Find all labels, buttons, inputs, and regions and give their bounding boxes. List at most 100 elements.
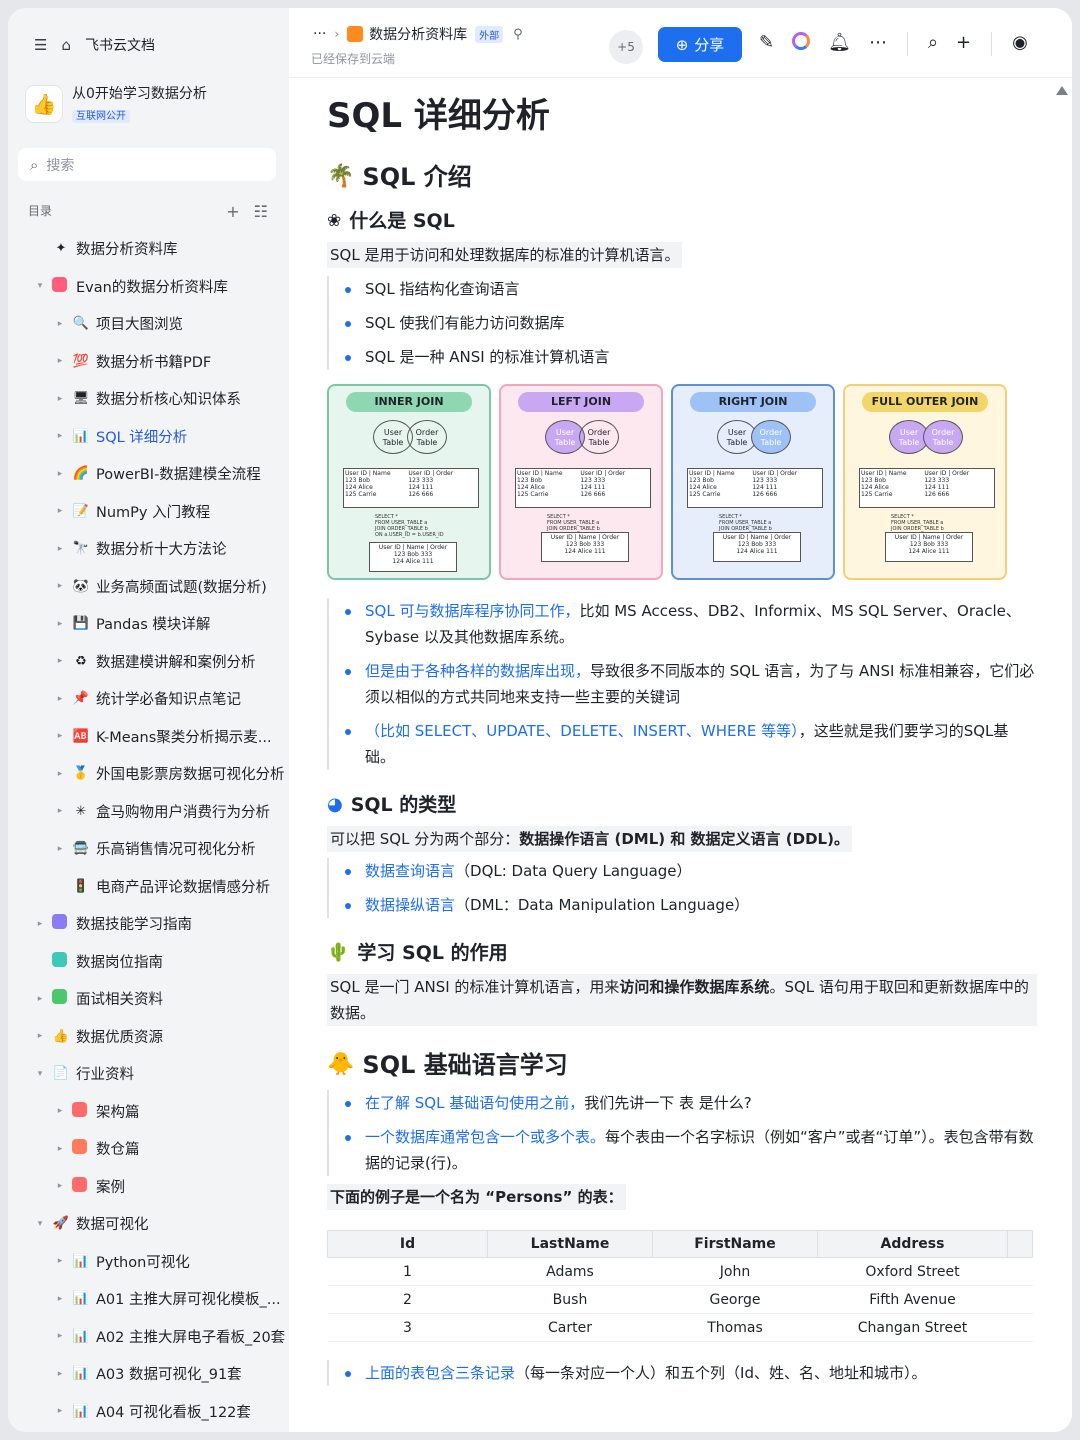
item-icon: 🆎 bbox=[72, 728, 90, 744]
sidebar-item[interactable]: ▸ 面试相关资料 bbox=[8, 980, 289, 1018]
chevron-down-icon[interactable]: ▾ bbox=[34, 281, 46, 291]
sidebar-item-label: 电商产品评论数据情感分析 bbox=[96, 879, 270, 896]
user-avatar[interactable]: ◉ bbox=[1012, 32, 1028, 56]
sidebar-item[interactable]: ▸ 💯 数据分析书籍PDF bbox=[8, 343, 289, 381]
chevron-down-icon[interactable]: ▾ bbox=[34, 1069, 46, 1079]
sidebar-item-label: 数据分析十大方法论 bbox=[96, 542, 227, 559]
chevron-right-icon[interactable]: ▸ bbox=[54, 1256, 66, 1266]
sidebar-item[interactable]: ▸ 📌 统计学必备知识点笔记 bbox=[8, 680, 289, 718]
chevron-right-icon[interactable]: ▸ bbox=[54, 581, 66, 591]
sidebar-item[interactable]: ▸ 架构篇 bbox=[8, 1093, 289, 1131]
sidebar-item[interactable]: ▸ ♻ 数据建模讲解和案例分析 bbox=[8, 643, 289, 681]
sidebar-item[interactable]: ✦ 数据分析资料库 bbox=[8, 230, 289, 268]
chevron-right-icon[interactable]: ▸ bbox=[54, 1181, 66, 1191]
sidebar-item[interactable]: ▸ 📊 A03 数据可视化_91套 bbox=[8, 1355, 289, 1393]
item-icon: 📝 bbox=[72, 503, 90, 519]
chevron-right-icon[interactable]: ▸ bbox=[54, 394, 66, 404]
add-icon[interactable]: + bbox=[226, 202, 239, 221]
chevron-right-icon[interactable]: ▸ bbox=[54, 506, 66, 516]
sidebar-item[interactable]: ▾ 🚀 数据可视化 bbox=[8, 1205, 289, 1243]
sidebar-item[interactable]: ▸ 🖥 数据分析核心知识体系 bbox=[8, 380, 289, 418]
sidebar-item[interactable]: ▸ 案例 bbox=[8, 1168, 289, 1206]
sidebar-item[interactable]: ▸ 🆎 K-Means聚类分析揭示麦... bbox=[8, 718, 289, 756]
subheading-what-is-sql: ❀ 什么是 SQL bbox=[327, 206, 1037, 236]
item-icon bbox=[52, 914, 70, 933]
chevron-right-icon[interactable]: ▸ bbox=[54, 1106, 66, 1116]
sidebar-item[interactable]: ▸ 🔭 数据分析十大方法论 bbox=[8, 530, 289, 568]
chevron-right-icon[interactable]: ▸ bbox=[54, 319, 66, 329]
notification-bell-icon[interactable]: 🔔︎ bbox=[828, 32, 851, 56]
chevron-right-icon[interactable]: ▸ bbox=[54, 1144, 66, 1154]
sidebar-item[interactable]: ▸ 🐼 业务高频面试题(数据分析) bbox=[8, 568, 289, 606]
sidebar-item[interactable]: ▸ 🥇 外国电影票房数据可视化分析 bbox=[8, 755, 289, 793]
chevron-right-icon[interactable]: ▸ bbox=[54, 1331, 66, 1341]
sidebar-item[interactable]: ▾ Evan的数据分析资料库 bbox=[8, 268, 289, 306]
list-item: （比如 SELECT、UPDATE、DELETE、INSERT、WHERE 等等… bbox=[345, 718, 1037, 770]
venn-diagram: User Table Order Table bbox=[851, 418, 999, 462]
chevron-down-icon[interactable]: ▾ bbox=[34, 1219, 46, 1229]
search-input[interactable]: ⌕ 搜索 bbox=[18, 148, 276, 181]
chevron-right-icon[interactable]: ▸ bbox=[54, 656, 66, 666]
sql-joins-image[interactable]: INNER JOIN User Table Order Table User ID | N… bbox=[327, 384, 1037, 580]
item-icon: 📊 bbox=[72, 1291, 90, 1307]
sidebar-item[interactable]: ▸ 👍 数据优质资源 bbox=[8, 1018, 289, 1056]
sidebar-item[interactable]: ▸ 📊 Python可视化 bbox=[8, 1243, 289, 1281]
home-icon[interactable]: ⌂ bbox=[61, 36, 71, 54]
item-icon: 🚦 bbox=[72, 878, 90, 894]
sidebar-item[interactable]: ▸ 🚍 乐高销售情况可视化分析 bbox=[8, 830, 289, 868]
sidebar-item[interactable]: ▸ 📊 SQL 详细分析 bbox=[8, 418, 289, 456]
item-icon: 🖥 bbox=[72, 391, 90, 407]
chevron-right-icon[interactable]: ▸ bbox=[54, 806, 66, 816]
table-cell: Changan Street bbox=[817, 1313, 1008, 1342]
chevron-right-icon[interactable]: ▸ bbox=[34, 919, 46, 929]
pin-icon[interactable]: ⚲ bbox=[513, 27, 523, 42]
item-icon: 📌 bbox=[72, 691, 90, 707]
list-options-icon[interactable]: ☷ bbox=[254, 202, 268, 221]
sidebar-item-label: NumPy 入门教程 bbox=[96, 504, 211, 521]
sidebar-item[interactable]: ▸ 数据技能学习指南 bbox=[8, 905, 289, 943]
collapse-sidebar-icon[interactable]: ☰ bbox=[34, 36, 47, 54]
search-doc-icon[interactable]: ⌕ bbox=[928, 32, 938, 56]
home-label[interactable]: 飞书云文档 bbox=[85, 35, 155, 55]
chevron-right-icon[interactable]: ▸ bbox=[34, 994, 46, 1004]
sidebar-item[interactable]: ▾ 📄 行业资料 bbox=[8, 1055, 289, 1093]
sidebar-item[interactable]: ▸ 💾 Pandas 模块详解 bbox=[8, 605, 289, 643]
chevron-right-icon[interactable]: ▸ bbox=[34, 1031, 46, 1041]
chevron-right-icon[interactable]: ▸ bbox=[54, 694, 66, 704]
sidebar-item[interactable]: ▸ 数仓篇 bbox=[8, 1130, 289, 1168]
scroll-up-arrow-icon[interactable] bbox=[1056, 86, 1068, 95]
chevron-right-icon[interactable]: ▸ bbox=[54, 619, 66, 629]
table-cell: 2 bbox=[327, 1285, 488, 1314]
share-button[interactable]: ⊕ 分享 bbox=[658, 27, 742, 62]
create-icon[interactable]: + bbox=[956, 32, 971, 56]
chevron-right-icon[interactable]: ▸ bbox=[54, 356, 66, 366]
chevron-right-icon[interactable]: ▸ bbox=[54, 469, 66, 479]
chevron-right-icon[interactable]: ▸ bbox=[54, 1369, 66, 1379]
chevron-right-icon[interactable]: ▸ bbox=[54, 731, 66, 741]
chevron-right-icon[interactable]: ▸ bbox=[54, 1406, 66, 1416]
collaborators-button[interactable]: +5 bbox=[609, 30, 643, 64]
sidebar-item[interactable]: ▸ 📊 A01 主推大屏可视化模板_... bbox=[8, 1280, 289, 1318]
item-icon: 💯 bbox=[72, 353, 90, 369]
sidebar-item[interactable]: ▸ ✳ 盒马购物用户消费行为分析 bbox=[8, 793, 289, 831]
chevron-right-icon[interactable]: ▸ bbox=[54, 431, 66, 441]
sidebar-item[interactable]: ▸ 📊 A04 可视化看板_122套 bbox=[8, 1393, 289, 1431]
sidebar-item[interactable]: ▸ 🌈 PowerBI-数据建模全流程 bbox=[8, 455, 289, 493]
more-options-icon[interactable]: ⋯ bbox=[869, 32, 887, 56]
edit-icon[interactable]: ✎ bbox=[759, 32, 774, 56]
sidebar-item[interactable]: ▸ 📝 NumPy 入门教程 bbox=[8, 493, 289, 531]
sidebar-item[interactable]: 数据岗位指南 bbox=[8, 943, 289, 981]
sidebar-item[interactable]: 🚦 电商产品评论数据情感分析 bbox=[8, 868, 289, 906]
workspace-card[interactable]: 👍 从0开始学习数据分析 互联网公开 bbox=[26, 84, 207, 123]
chevron-right-icon[interactable]: ▸ bbox=[54, 1294, 66, 1304]
chevron-right-icon[interactable]: ▸ bbox=[54, 544, 66, 554]
breadcrumb-doc-title[interactable]: 数据分析资料库 bbox=[369, 24, 467, 44]
sidebar-item[interactable]: ▸ 📊 A02 主推大屏电子看板_20套 bbox=[8, 1318, 289, 1356]
toolbar-icons: ✎ 🔔︎ ⋯ ⌕ + ◉ bbox=[759, 32, 1028, 56]
chevron-right-icon[interactable]: ▸ bbox=[54, 844, 66, 854]
item-icon: 🔍 bbox=[72, 316, 90, 332]
chevron-right-icon[interactable]: ▸ bbox=[54, 769, 66, 779]
breadcrumb-more[interactable]: ··· bbox=[313, 26, 326, 42]
sidebar-item[interactable]: ▸ 🔍 项目大图浏览 bbox=[8, 305, 289, 343]
ai-assistant-icon[interactable] bbox=[792, 32, 811, 56]
